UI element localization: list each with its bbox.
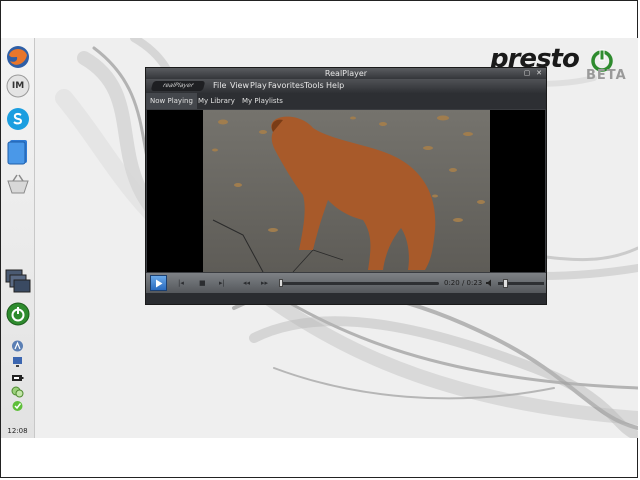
volume-handle[interactable] — [503, 279, 508, 288]
firefox-icon[interactable] — [5, 44, 31, 70]
next-icon[interactable]: ▸| — [219, 279, 225, 287]
menu-tools[interactable]: Tools — [304, 79, 324, 93]
tab-now-playing[interactable]: Now Playing — [146, 93, 197, 109]
documents-icon[interactable] — [5, 139, 31, 165]
play-button[interactable] — [150, 275, 167, 291]
network-icon[interactable] — [11, 340, 24, 352]
video-display[interactable] — [147, 110, 545, 272]
maximize-button[interactable]: ▢ — [522, 69, 532, 77]
tab-bar: Now Playing My Library My Playlists — [146, 93, 546, 109]
realplayer-logo: realPlayer — [150, 81, 206, 91]
close-button[interactable]: ✕ — [534, 69, 544, 77]
realplayer-window: RealPlayer ▢ ✕ realPlayer File View Play… — [145, 67, 547, 305]
play-icon — [155, 279, 162, 287]
seek-bar[interactable] — [279, 282, 439, 285]
menu-help[interactable]: Help — [326, 79, 344, 93]
menu-favorites[interactable]: Favorites — [268, 79, 304, 93]
stop-icon[interactable]: ■ — [199, 279, 206, 287]
tab-my-library[interactable]: My Library — [194, 93, 239, 109]
time-display: 0:20 / 0:23 — [444, 279, 483, 287]
update-icon[interactable] — [11, 400, 24, 412]
playback-controls: |◂ ■ ▸| ◂◂ ▸▸ 0:20 / 0:23 — [146, 273, 546, 293]
skype-icon[interactable] — [5, 106, 31, 132]
brand-tag: BETA — [586, 68, 627, 83]
video-frame-dog — [203, 110, 490, 272]
seek-handle[interactable] — [279, 279, 283, 287]
power-icon[interactable] — [5, 301, 31, 327]
status-bar — [146, 293, 546, 304]
shopping-icon[interactable] — [5, 171, 31, 197]
menu-view[interactable]: View — [230, 79, 249, 93]
im-label: IM — [11, 81, 25, 91]
volume-icon[interactable] — [486, 279, 494, 287]
windows-switcher-icon[interactable] — [5, 268, 31, 294]
menu-play[interactable]: Play — [250, 79, 267, 93]
display-icon[interactable] — [11, 356, 24, 368]
system-clock: 12:08 — [7, 427, 28, 435]
chat-icon[interactable] — [11, 386, 24, 398]
menu-file[interactable]: File — [213, 79, 226, 93]
im-icon[interactable]: IM — [5, 73, 31, 99]
previous-icon[interactable]: |◂ — [178, 279, 184, 287]
battery-icon[interactable] — [11, 372, 24, 384]
window-title: RealPlayer — [324, 69, 368, 78]
launcher-dock: IM 12:08 — [1, 38, 35, 438]
fast-forward-icon[interactable]: ▸▸ — [261, 279, 268, 287]
rewind-icon[interactable]: ◂◂ — [243, 279, 250, 287]
menu-bar: realPlayer File View Play Favorites Tool… — [146, 79, 546, 93]
tab-my-playlists[interactable]: My Playlists — [238, 93, 287, 109]
title-bar[interactable]: RealPlayer ▢ ✕ — [146, 68, 546, 79]
